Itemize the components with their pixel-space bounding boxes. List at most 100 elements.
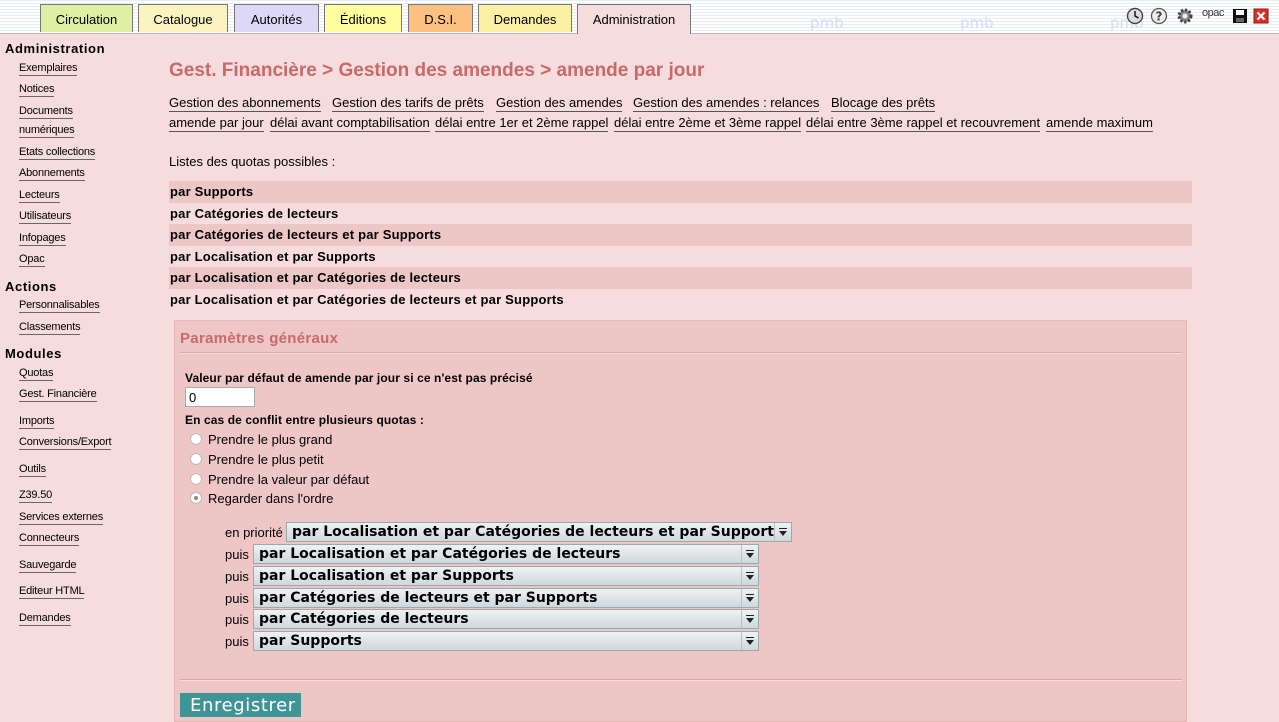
sidebar-item-z3950[interactable]: Z39.50	[19, 488, 52, 503]
svg-text:?: ?	[1156, 10, 1163, 24]
radio-button[interactable]	[190, 453, 202, 465]
sidebar-item-exemplaires[interactable]: Exemplaires	[19, 61, 78, 76]
sidebar-item-opac[interactable]: Opac	[19, 252, 45, 267]
priority-next-label: puis	[225, 547, 249, 562]
priority-next-label: puis	[225, 569, 249, 584]
radio-button[interactable]	[190, 433, 202, 445]
sidebar-item-conversions-export[interactable]: Conversions/Export	[19, 435, 112, 450]
quota-list-item[interactable]: par Supports	[169, 181, 1192, 203]
priority-select-value: par Localisation et par Catégories de le…	[259, 546, 621, 562]
priority-select-4[interactable]: par Catégories de lecteurs et par Suppor…	[253, 588, 759, 608]
sidebar-item-personnalisables[interactable]: Personnalisables	[19, 298, 100, 313]
sidebar-item-connecteurs[interactable]: Connecteurs	[19, 531, 79, 546]
priority-next-label: puis	[225, 634, 249, 649]
sidebar-item-gest-financiere[interactable]: Gest. Financière	[19, 387, 97, 402]
menu-link-delai-2eme-3eme-rappel[interactable]: délai entre 2ème et 3ème rappel	[614, 115, 802, 132]
general-parameters-title: Paramètres généraux	[180, 330, 339, 347]
conflict-option-default[interactable]: Prendre la valeur par défaut	[190, 472, 369, 487]
priority-next-label: puis	[225, 591, 249, 606]
tab-administration[interactable]: Administration	[577, 4, 691, 34]
sidebar-item-etats-collections[interactable]: Etats collections	[19, 145, 95, 160]
menu-link-delai-3eme-rappel-recouvrement[interactable]: délai entre 3ème rappel et recouvrement	[806, 115, 1041, 132]
sidebar-item-demandes[interactable]: Demandes	[19, 611, 71, 626]
priority-select-2[interactable]: par Localisation et par Catégories de le…	[253, 544, 759, 564]
menu-link-blocage-prets[interactable]: Blocage des prêts	[831, 95, 936, 112]
menu-link-gestion-amendes[interactable]: Gestion des amendes	[496, 95, 623, 112]
chevron-down-icon	[774, 523, 791, 541]
sidebar-item-classements[interactable]: Classements	[19, 320, 81, 335]
quota-list-intro: Listes des quotas possibles :	[169, 154, 336, 169]
chevron-down-icon	[741, 589, 758, 607]
conflict-option-largest[interactable]: Prendre le plus grand	[190, 432, 332, 447]
chevron-down-icon	[741, 610, 758, 628]
priority-select-value: par Localisation et par Supports	[259, 568, 514, 584]
conflict-option-label: Prendre le plus grand	[208, 432, 333, 447]
divider	[180, 679, 1182, 681]
sidebar-item-utilisateurs[interactable]: Utilisateurs	[19, 209, 71, 224]
priority-select-value: par Supports	[259, 633, 362, 649]
conflict-option-label: Prendre la valeur par défaut	[208, 472, 370, 487]
sidebar-item-abonnements[interactable]: Abonnements	[19, 166, 85, 181]
menu-link-amende-maximum[interactable]: amende maximum	[1046, 115, 1153, 132]
history-icon[interactable]	[1126, 7, 1144, 25]
save-button[interactable]: Enregistrer	[180, 693, 301, 717]
menu-link-delai-1er-2eme-rappel[interactable]: délai entre 1er et 2ème rappel	[435, 115, 609, 132]
chevron-down-icon	[741, 545, 758, 563]
divider	[180, 352, 1182, 354]
tab-editions[interactable]: Éditions	[324, 4, 402, 32]
menu-link-amende-par-jour[interactable]: amende par jour	[169, 115, 264, 132]
conflict-label: En cas de conflit entre plusieurs quotas…	[185, 413, 424, 427]
sidebar-item-documents-numeriques[interactable]: Documents	[19, 104, 73, 119]
menu-link-gestion-abonnements[interactable]: Gestion des abonnements	[169, 95, 321, 112]
save-disk-icon[interactable]	[1231, 7, 1249, 25]
opac-link-icon[interactable]: opac	[1202, 7, 1224, 19]
menu-link-gestion-amendes-relances[interactable]: Gestion des amendes : relances	[633, 95, 820, 112]
sidebar-item-quotas[interactable]: Quotas	[19, 366, 53, 381]
quota-list-item[interactable]: par Localisation et par Catégories de le…	[169, 267, 1192, 289]
sidebar-item-imports[interactable]: Imports	[19, 414, 54, 429]
radio-button-selected[interactable]	[190, 492, 202, 504]
sidebar-item-outils[interactable]: Outils	[19, 462, 46, 477]
quota-list-item[interactable]: par Catégories de lecteurs	[169, 203, 1192, 225]
priority-select-3[interactable]: par Localisation et par Supports	[253, 566, 759, 586]
menu-link-gestion-tarifs-prets[interactable]: Gestion des tarifs de prêts	[332, 95, 484, 112]
sidebar-item-infopages[interactable]: Infopages	[19, 231, 66, 246]
sidebar-item-notices[interactable]: Notices	[19, 82, 54, 97]
quota-list-item[interactable]: par Localisation et par Catégories de le…	[169, 289, 1192, 311]
conflict-option-label: Prendre le plus petit	[208, 452, 324, 467]
sidebar-item-documents-numeriques[interactable]: numériques	[19, 123, 75, 138]
priority-select-value: par Localisation et par Catégories de le…	[292, 524, 783, 540]
priority-select-5[interactable]: par Catégories de lecteurs	[253, 609, 759, 629]
general-parameters-panel: Paramètres généraux Valeur par défaut de…	[174, 320, 1187, 722]
priority-select-6[interactable]: par Supports	[253, 631, 759, 651]
preferences-gear-icon[interactable]	[1176, 7, 1194, 25]
sidebar-section-actions: Actions	[5, 279, 57, 294]
priority-select-1[interactable]: par Localisation et par Catégories de le…	[286, 522, 792, 542]
menu-link-delai-avant-comptabilisation[interactable]: délai avant comptabilisation	[270, 115, 430, 132]
conflict-option-smallest[interactable]: Prendre le plus petit	[190, 452, 324, 467]
sidebar-item-sauvegarde[interactable]: Sauvegarde	[19, 558, 77, 573]
tab-demandes[interactable]: Demandes	[478, 4, 572, 32]
priority-select-value: par Catégories de lecteurs et par Suppor…	[259, 590, 598, 606]
quota-list-item[interactable]: par Localisation et par Supports	[169, 246, 1192, 268]
help-icon[interactable]: ?	[1150, 7, 1168, 25]
conflict-option-order[interactable]: Regarder dans l'ordre	[190, 491, 333, 506]
priority-first-label: en priorité	[225, 525, 283, 540]
sidebar-item-services-externes[interactable]: Services externes	[19, 510, 103, 525]
pmb-watermark: pmb	[810, 14, 844, 32]
pmb-watermark: pmb	[960, 14, 994, 32]
quota-list-item[interactable]: par Catégories de lecteurs et par Suppor…	[169, 224, 1192, 246]
radio-button[interactable]	[190, 473, 202, 485]
tab-circulation[interactable]: Circulation	[40, 4, 133, 32]
page-title: Gest. Financière > Gestion des amendes >…	[169, 60, 705, 81]
sidebar-item-lecteurs[interactable]: Lecteurs	[19, 188, 60, 203]
sidebar-item-editeur-html[interactable]: Editeur HTML	[19, 584, 85, 599]
sidebar-section-administration: Administration	[5, 41, 106, 56]
tab-dsi[interactable]: D.S.I.	[408, 4, 473, 32]
default-value-input[interactable]	[185, 387, 255, 407]
top-navigation-bar: Circulation Catalogue Autorités Éditions…	[0, 0, 1279, 34]
logout-close-icon[interactable]	[1252, 7, 1270, 25]
tab-catalogue[interactable]: Catalogue	[138, 4, 228, 32]
tab-autorites[interactable]: Autorités	[234, 4, 319, 32]
chevron-down-icon	[741, 632, 758, 650]
